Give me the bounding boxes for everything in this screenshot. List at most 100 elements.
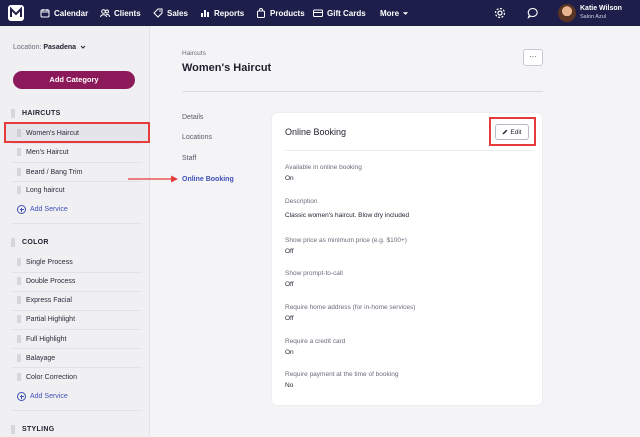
service-label: Double Process — [26, 277, 76, 285]
field-label: Require a credit card — [285, 338, 346, 345]
user-avatar[interactable] — [558, 4, 576, 22]
service-item-partial-highlight[interactable]: Partial Highlight — [17, 315, 75, 323]
products-bag-icon — [257, 8, 265, 18]
nav-calendar-label: Calendar — [54, 8, 89, 18]
drag-handle-icon[interactable] — [17, 277, 21, 285]
category-header-styling[interactable]: STYLING — [11, 425, 54, 434]
field-value: No — [285, 382, 294, 389]
drag-handle-icon[interactable] — [17, 296, 21, 304]
drag-handle-icon[interactable] — [17, 129, 21, 137]
nav-clients[interactable]: Clients — [100, 0, 141, 26]
service-label: Long haircut — [26, 186, 65, 194]
calendar-icon — [40, 9, 50, 18]
service-label: Express Facial — [26, 296, 72, 304]
service-label: Single Process — [26, 258, 73, 266]
service-item-womens-haircut[interactable]: Women's Haircut — [17, 129, 79, 137]
drag-handle-icon[interactable] — [17, 315, 21, 323]
drag-handle-icon[interactable] — [17, 186, 21, 194]
location-selector[interactable]: Location: Pasadena — [13, 44, 86, 51]
add-service-button-color[interactable]: Add Service — [17, 392, 68, 401]
more-options-button[interactable]: ··· — [523, 49, 543, 66]
service-label: Color Correction — [26, 373, 77, 381]
tab-online-booking[interactable]: Online Booking — [182, 176, 234, 183]
drag-handle-icon[interactable] — [11, 425, 15, 434]
field-label: Description — [285, 198, 318, 205]
service-label: Men's Haircut — [26, 148, 69, 156]
drag-handle-icon[interactable] — [17, 354, 21, 362]
field-label: Show prompt-to-call — [285, 270, 343, 277]
tab-details[interactable]: Details — [182, 114, 203, 121]
drag-handle-icon[interactable] — [11, 238, 15, 247]
drag-handle-icon[interactable] — [17, 258, 21, 266]
add-service-button-haircuts[interactable]: Add Service — [17, 205, 68, 214]
category-name: STYLING — [22, 426, 55, 433]
divider — [12, 143, 142, 144]
service-label: Partial Highlight — [26, 315, 76, 323]
chevron-down-icon — [403, 11, 409, 15]
service-item-color-correction[interactable]: Color Correction — [17, 373, 77, 381]
drag-handle-icon[interactable] — [17, 168, 21, 176]
drag-handle-icon[interactable] — [17, 335, 21, 343]
nav-sales[interactable]: Sales — [153, 0, 188, 26]
clients-icon — [100, 9, 110, 18]
service-label: Balayage — [26, 354, 56, 362]
sales-tag-icon — [153, 8, 163, 18]
tab-locations[interactable]: Locations — [182, 134, 212, 141]
top-nav-bar: Calendar Clients Sales Reports Products … — [0, 0, 640, 26]
service-item-full-highlight[interactable]: Full Highlight — [17, 335, 66, 343]
service-item-single-process[interactable]: Single Process — [17, 258, 73, 266]
pencil-icon — [502, 129, 508, 135]
card-divider — [285, 150, 533, 151]
field-label: Show price as minimum price (e.g. $100+) — [285, 237, 407, 244]
nav-products-label: Products — [270, 8, 305, 18]
nav-clients-label: Clients — [114, 8, 141, 18]
location-value: Pasadena — [43, 44, 77, 51]
online-booking-card — [271, 112, 543, 406]
service-label: Full Highlight — [26, 335, 67, 343]
field-label: Available in online booking — [285, 164, 362, 171]
app-logo-icon[interactable] — [8, 5, 24, 21]
service-item-balayage[interactable]: Balayage — [17, 354, 55, 362]
gift-card-icon — [313, 9, 323, 17]
service-item-long-haircut[interactable]: Long haircut — [17, 186, 65, 194]
edit-label: Edit — [510, 128, 522, 136]
category-header-color[interactable]: COLOR — [11, 238, 49, 247]
divider — [12, 223, 142, 224]
service-label: Women's Haircut — [26, 129, 79, 137]
plus-circle-icon — [17, 205, 26, 214]
drag-handle-icon[interactable] — [17, 148, 21, 156]
service-item-beard-bang-trim[interactable]: Beard / Bang Trim — [17, 168, 82, 176]
divider — [12, 310, 142, 311]
service-item-mens-haircut[interactable]: Men's Haircut — [17, 148, 69, 156]
page-title: Women's Haircut — [182, 62, 272, 74]
chat-bubble-icon[interactable] — [527, 7, 539, 19]
add-service-label: Add Service — [30, 206, 68, 213]
drag-handle-icon[interactable] — [11, 109, 15, 118]
edit-button[interactable]: Edit — [495, 124, 529, 140]
divider — [12, 410, 142, 411]
service-item-double-process[interactable]: Double Process — [17, 277, 75, 285]
nav-gift-cards-label: Gift Cards — [327, 8, 366, 18]
chevron-down-icon — [80, 45, 86, 49]
breadcrumb[interactable]: Haircuts — [182, 50, 206, 57]
drag-handle-icon[interactable] — [17, 373, 21, 381]
nav-calendar[interactable]: Calendar — [40, 0, 88, 26]
plus-circle-icon — [17, 392, 26, 401]
divider — [12, 162, 142, 163]
nav-more[interactable]: More — [380, 0, 409, 26]
tab-staff[interactable]: Staff — [182, 155, 196, 162]
field-value: On — [285, 175, 294, 182]
field-value: Off — [285, 281, 294, 288]
add-service-label: Add Service — [30, 393, 68, 400]
settings-gear-icon[interactable] — [494, 7, 506, 19]
nav-reports[interactable]: Reports — [200, 0, 244, 26]
nav-gift-cards[interactable]: Gift Cards — [313, 0, 366, 26]
category-header-haircuts[interactable]: HAIRCUTS — [11, 109, 61, 118]
nav-products[interactable]: Products — [256, 0, 305, 26]
service-item-express-facial[interactable]: Express Facial — [17, 296, 72, 304]
field-value: On — [285, 349, 294, 356]
add-category-button[interactable]: Add Category — [13, 71, 135, 89]
user-name[interactable]: Katie Wilson — [580, 5, 622, 12]
field-value: Off — [285, 248, 294, 255]
field-value: Off — [285, 315, 294, 322]
